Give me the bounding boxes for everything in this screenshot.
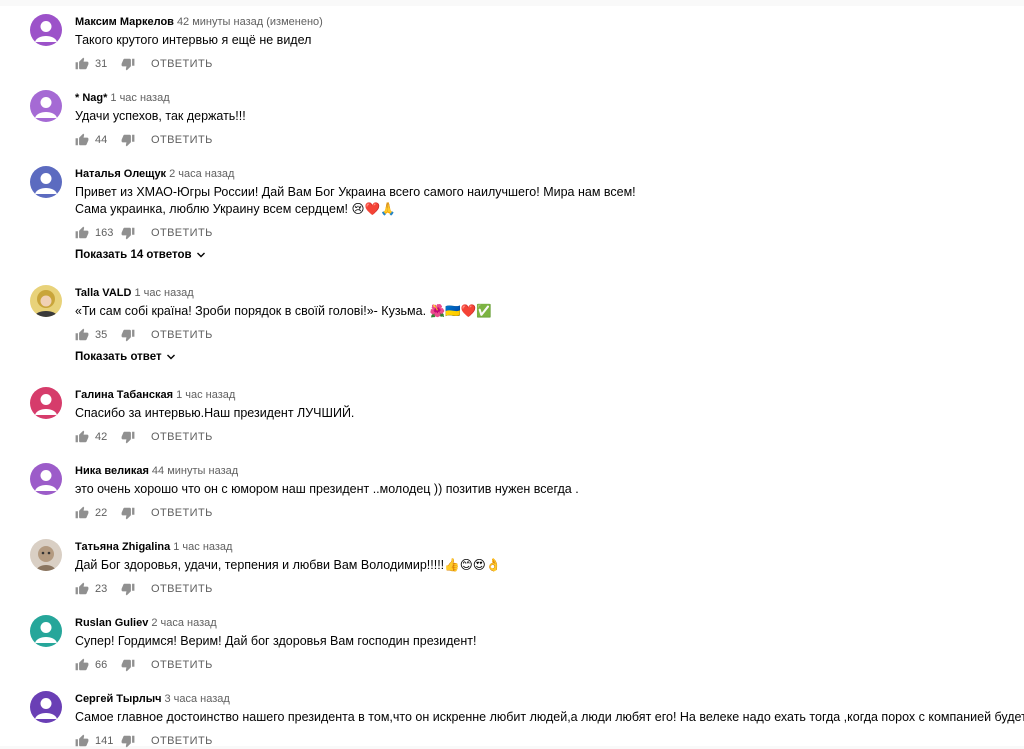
comment-text: Дай Бог здоровья, удачи, терпения и любв…: [75, 558, 502, 572]
person-icon: [30, 463, 62, 495]
comment-time[interactable]: 2 часа назад: [169, 168, 234, 180]
comments-section: Максим Маркелов 42 минуты назад (изменено…: [0, 6, 1024, 748]
thumbs-up-icon[interactable]: [75, 57, 89, 71]
comment-author[interactable]: Галина Табанская: [75, 389, 173, 401]
show-replies-button[interactable]: Показать 14 ответов: [75, 249, 1004, 261]
reply-button[interactable]: ОТВЕТИТЬ: [151, 583, 213, 595]
comment-author[interactable]: Наталья Олещук: [75, 168, 166, 180]
thumbs-down-icon[interactable]: [121, 582, 135, 596]
comment-time[interactable]: 1 час назад: [176, 389, 235, 401]
photo-avatar: [30, 539, 62, 571]
person-icon: [30, 166, 62, 198]
reply-button[interactable]: ОТВЕТИТЬ: [151, 134, 213, 146]
like-count: 141: [95, 735, 114, 747]
thumbs-down-icon[interactable]: [121, 57, 135, 71]
reply-button[interactable]: ОТВЕТИТЬ: [151, 507, 213, 519]
thumbs-up-icon[interactable]: [75, 133, 89, 147]
thumbs-up-icon[interactable]: [75, 430, 89, 444]
comment-author[interactable]: Ника великая: [75, 465, 149, 477]
comment-time[interactable]: 3 часа назад: [164, 693, 229, 705]
person-icon: [30, 387, 62, 419]
avatar[interactable]: [30, 615, 62, 647]
thumbs-down-icon[interactable]: [121, 506, 135, 520]
person-icon: [30, 14, 62, 46]
comment-time[interactable]: 44 минуты назад: [152, 465, 238, 477]
avatar[interactable]: [30, 691, 62, 723]
thumbs-up-icon[interactable]: [75, 328, 89, 342]
comment-text: Супер! Гордимся! Верим! Дай бог здоровья…: [75, 634, 477, 648]
reply-button[interactable]: ОТВЕТИТЬ: [151, 431, 213, 443]
reply-button[interactable]: ОТВЕТИТЬ: [151, 659, 213, 671]
comment-time[interactable]: 1 час назад: [173, 541, 232, 553]
avatar[interactable]: [30, 463, 62, 495]
comment-text: Самое главное достоинство нашего президе…: [75, 710, 1024, 724]
thumbs-up-icon[interactable]: [75, 506, 89, 520]
like-count: 31: [95, 58, 108, 70]
comment-author[interactable]: * Nag*: [75, 92, 107, 104]
thumbs-down-icon[interactable]: [121, 658, 135, 672]
photo-avatar: [30, 285, 62, 317]
comment-text: Удачи успехов, так держать!!!: [75, 109, 246, 123]
thumbs-up-icon[interactable]: [75, 226, 89, 240]
avatar[interactable]: [30, 539, 62, 571]
person-icon: [30, 615, 62, 647]
thumbs-up-icon[interactable]: [75, 658, 89, 672]
show-replies-button[interactable]: Показать ответ: [75, 351, 1004, 363]
avatar[interactable]: [30, 90, 62, 122]
comment-text: Спасибо за интервью.Наш президент ЛУЧШИЙ…: [75, 406, 355, 420]
thumbs-down-icon[interactable]: [121, 328, 135, 342]
reply-button[interactable]: ОТВЕТИТЬ: [151, 735, 213, 747]
comment-author[interactable]: Ruslan Guliev: [75, 617, 148, 629]
comment-author[interactable]: Сергей Тырлыч: [75, 693, 161, 705]
comment-author[interactable]: Максим Маркелов: [75, 16, 174, 28]
comment-time[interactable]: 42 минуты назад (изменено): [177, 16, 323, 28]
avatar[interactable]: [30, 387, 62, 419]
reply-button[interactable]: ОТВЕТИТЬ: [151, 58, 213, 70]
comment-time[interactable]: 2 часа назад: [151, 617, 216, 629]
like-count: 42: [95, 431, 108, 443]
comment-time[interactable]: 1 час назад: [134, 287, 193, 299]
comment-time[interactable]: 1 час назад: [110, 92, 169, 104]
person-icon: [30, 90, 62, 122]
thumbs-down-icon[interactable]: [121, 226, 135, 240]
comment-text: «Ти сам собі країна! Зроби порядок в сво…: [75, 304, 492, 318]
like-count: 44: [95, 134, 108, 146]
thumbs-down-icon[interactable]: [121, 430, 135, 444]
like-count: 66: [95, 659, 108, 671]
like-count: 35: [95, 329, 108, 341]
comment-text: Привет из ХМАО-Югры России! Дай Вам Бог …: [75, 185, 636, 216]
person-icon: [30, 691, 62, 723]
comment-author[interactable]: Talla VALD: [75, 287, 131, 299]
avatar[interactable]: [30, 14, 62, 46]
chevron-down-icon: [166, 354, 175, 360]
like-count: 23: [95, 583, 108, 595]
like-count: 163: [95, 227, 114, 239]
like-count: 22: [95, 507, 108, 519]
reply-button[interactable]: ОТВЕТИТЬ: [151, 329, 213, 341]
reply-button[interactable]: ОТВЕТИТЬ: [151, 227, 213, 239]
avatar[interactable]: [30, 166, 62, 198]
comment-author[interactable]: Татьяна Zhigalina: [75, 541, 170, 553]
chevron-down-icon: [196, 252, 205, 258]
thumbs-down-icon[interactable]: [121, 133, 135, 147]
comment-text: Такого крутого интервью я ещё не видел: [75, 33, 312, 47]
comment-text: это очень хорошо что он с юмором наш пре…: [75, 482, 579, 496]
avatar[interactable]: [30, 285, 62, 317]
thumbs-up-icon[interactable]: [75, 582, 89, 596]
